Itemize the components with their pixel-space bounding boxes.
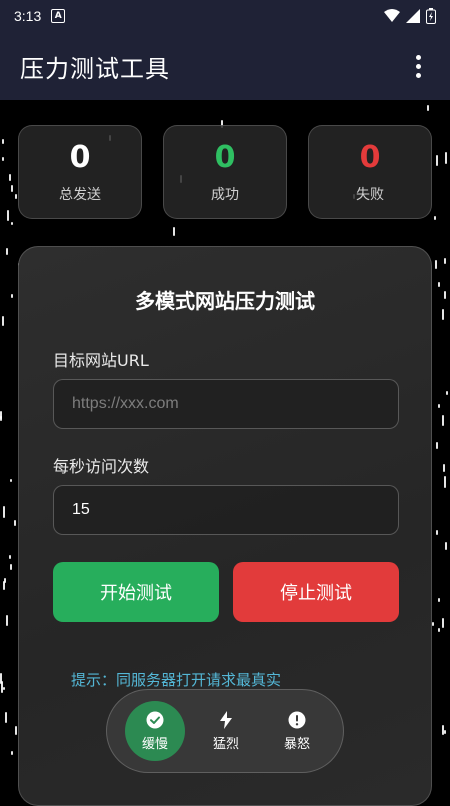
stop-test-button[interactable]: 停止测试	[233, 562, 399, 622]
rain-streak	[435, 259, 438, 270]
rain-streak	[9, 554, 12, 559]
signal-icon	[406, 9, 420, 23]
more-options-icon[interactable]	[406, 51, 430, 81]
rain-streak	[11, 221, 14, 226]
start-test-button[interactable]: 开始测试	[53, 562, 219, 622]
stats-row: 0 总发送 0 成功 0 失败	[18, 125, 432, 219]
rain-streak	[2, 315, 5, 326]
rain-streak	[436, 154, 439, 167]
bolt-icon	[220, 710, 232, 729]
rain-streak	[446, 390, 449, 395]
rain-streak	[11, 293, 13, 299]
rain-streak	[5, 615, 8, 626]
rain-streak	[443, 463, 446, 473]
stat-total-value: 0	[69, 140, 91, 175]
rain-streak	[426, 104, 429, 112]
rain-streak	[438, 282, 441, 288]
hint-text: 提示：同服务器打开请求最真实	[71, 671, 282, 689]
rain-streak	[1, 157, 4, 161]
rain-streak	[444, 290, 447, 299]
rain-streak	[4, 578, 7, 583]
stat-fail-label: 失败	[356, 187, 384, 203]
rain-streak	[438, 404, 441, 409]
rate-input[interactable]	[53, 485, 399, 535]
rain-streak	[7, 209, 10, 222]
rain-streak	[15, 193, 18, 199]
rain-streak	[4, 711, 7, 724]
mode-switcher: 缓慢 猛烈 暴怒	[106, 689, 344, 773]
status-time: 3:13	[14, 8, 42, 24]
rain-streak	[14, 520, 17, 527]
status-icons	[384, 8, 436, 24]
mode-rage-label: 暴怒	[283, 736, 310, 752]
status-bar: 3:13 A	[0, 0, 450, 32]
rain-streak	[9, 173, 12, 182]
stat-card-success: 0 成功	[163, 125, 287, 219]
rain-streak	[10, 563, 13, 570]
rain-streak	[444, 152, 447, 164]
rain-streak	[434, 216, 437, 220]
check-circle-icon	[146, 711, 164, 728]
rain-streak	[443, 730, 446, 734]
stat-success-label: 成功	[211, 187, 239, 203]
rain-streak	[441, 617, 444, 628]
rain-streak	[11, 185, 14, 192]
rain-streak	[436, 529, 439, 535]
rain-streak	[173, 226, 176, 236]
rain-streak	[441, 414, 444, 426]
app-bar: 压力测试工具	[0, 32, 450, 100]
rain-streak	[442, 309, 445, 321]
mode-slow-label: 缓慢	[141, 736, 168, 752]
rain-streak	[437, 598, 440, 602]
rain-streak	[6, 248, 9, 255]
rain-streak	[10, 750, 13, 755]
mode-rage[interactable]: 暴怒	[267, 701, 327, 761]
rain-streak	[2, 505, 5, 518]
rain-streak	[444, 257, 447, 264]
rain-streak	[437, 628, 440, 633]
rain-streak	[444, 476, 447, 488]
app-title: 压力测试工具	[20, 54, 170, 83]
wifi-icon	[384, 9, 400, 22]
stat-total-label: 总发送	[59, 187, 101, 203]
battery-icon	[426, 8, 436, 24]
url-label: 目标网站URL	[53, 351, 149, 370]
card-title: 多模式网站压力测试	[135, 289, 315, 313]
rain-streak	[445, 541, 448, 550]
alert-circle-icon	[288, 711, 306, 728]
url-input[interactable]	[53, 379, 399, 429]
mode-fierce-label: 猛烈	[212, 736, 239, 752]
rain-streak	[2, 139, 5, 145]
stat-success-value: 0	[214, 140, 236, 175]
rain-streak	[14, 726, 17, 735]
rain-streak	[431, 622, 434, 626]
stat-fail-value: 0	[359, 140, 381, 175]
rain-streak	[9, 479, 12, 483]
mode-fierce[interactable]: 猛烈	[196, 701, 256, 761]
stat-card-fail: 0 失败	[308, 125, 432, 219]
rate-label: 每秒访问次数	[53, 457, 150, 476]
rain-streak	[435, 442, 438, 450]
stat-card-total: 0 总发送	[18, 125, 142, 219]
rain-streak	[1, 680, 4, 693]
mode-slow[interactable]: 缓慢	[125, 701, 185, 761]
notification-icon: A	[51, 9, 66, 23]
